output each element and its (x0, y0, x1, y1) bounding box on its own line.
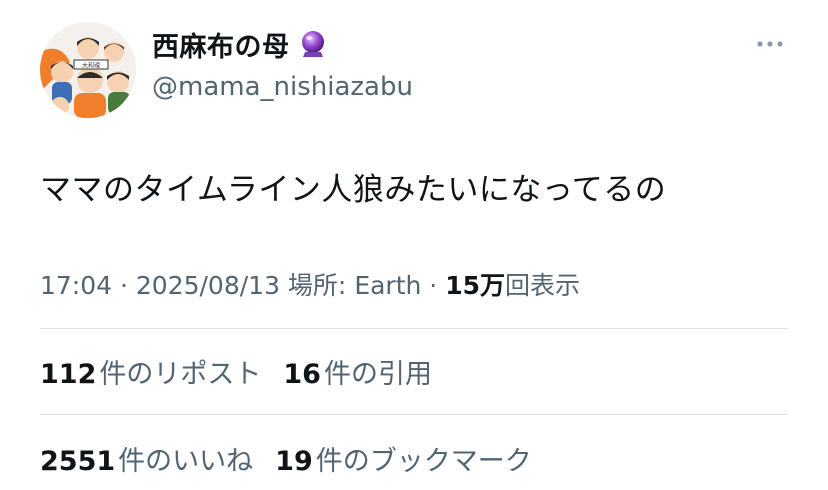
bookmarks-count: 19 (275, 446, 313, 477)
likes-link[interactable]: 2551 件のいいね (40, 439, 253, 478)
svg-text:大和魂: 大和魂 (82, 62, 100, 70)
bookmarks-label: 件のブックマーク (315, 446, 532, 477)
divider (40, 328, 788, 329)
stats-row-reposts: 112 件のリポスト 16 件の引用 (40, 352, 454, 391)
tweet-text: ママのタイムライン人狼みたいになってるの (40, 172, 667, 208)
user-handle[interactable]: @mama_nishiazabu (152, 72, 413, 102)
cartoon-family-avatar-icon: 大和魂 (40, 22, 136, 118)
meta-separator: · (421, 271, 446, 300)
quotes-link[interactable]: 16 件の引用 (283, 352, 432, 391)
views-count: 15万 (445, 271, 505, 300)
divider (40, 414, 788, 415)
avatar[interactable]: 大和魂 (40, 22, 136, 118)
likes-count: 2551 (40, 446, 116, 477)
more-dots-icon (757, 41, 783, 47)
quotes-count: 16 (283, 359, 321, 390)
tweet-location[interactable]: Earth (354, 271, 421, 300)
location-prefix: 場所: (279, 271, 355, 300)
reposts-label: 件のリポスト (99, 359, 262, 390)
tweet-meta: 17:04 · 2025/08/13 場所: Earth · 15万回表示 (40, 266, 580, 302)
bookmarks-link[interactable]: 19 件のブックマーク (275, 439, 532, 478)
meta-separator: · (112, 271, 136, 300)
reposts-count: 112 (40, 359, 97, 390)
author-name-row[interactable]: 西麻布の母 (152, 25, 328, 64)
stats-row-likes: 2551 件のいいね 19 件のブックマーク (40, 439, 554, 478)
tweet-date[interactable]: 2025/08/13 (136, 271, 280, 300)
crystal-ball-icon (298, 29, 328, 59)
reposts-link[interactable]: 112 件のリポスト (40, 352, 261, 391)
likes-label: 件のいいね (118, 446, 254, 477)
tweet-time[interactable]: 17:04 (40, 271, 112, 300)
views-label: 回表示 (505, 271, 581, 300)
more-options-button[interactable] (752, 34, 788, 54)
quotes-label: 件の引用 (323, 359, 432, 390)
display-name[interactable]: 西麻布の母 (152, 25, 290, 64)
